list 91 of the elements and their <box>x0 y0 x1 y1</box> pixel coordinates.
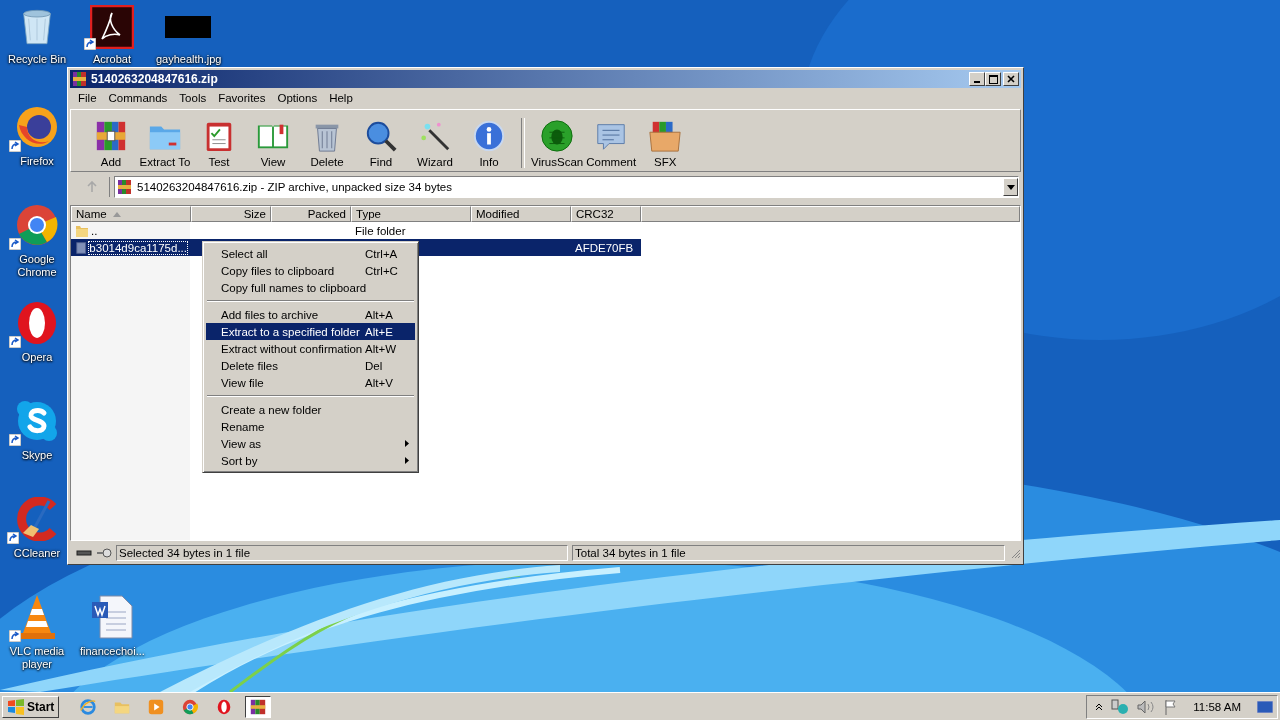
taskbar-app-button[interactable] <box>245 695 272 718</box>
toolbar-button[interactable]: Wizard <box>409 119 461 168</box>
status-text: Selected 34 bytes in 1 file <box>116 544 568 561</box>
menu-item[interactable]: Create a new folder <box>206 401 415 418</box>
media-player-icon <box>147 697 166 716</box>
column-header[interactable]: CRC32 <box>571 206 641 222</box>
books-icon <box>94 119 128 153</box>
toolbar-button[interactable]: View <box>247 119 299 168</box>
folder-icon <box>75 223 89 238</box>
speaker-icon[interactable] <box>1137 699 1156 714</box>
toolbar-button[interactable]: Test <box>193 119 245 168</box>
chrome-icon <box>181 697 200 716</box>
toolbar-button[interactable]: Comment <box>585 119 638 168</box>
menu-item[interactable]: Extract without confirmation Alt+W <box>206 340 415 357</box>
column-header[interactable]: Size <box>191 206 271 222</box>
menu-item[interactable]: Help <box>323 92 359 104</box>
toolbar-button[interactable]: VirusScan <box>531 119 584 168</box>
pdf-app-icon <box>90 5 134 49</box>
menu-item[interactable]: Rename <box>206 418 415 435</box>
menu-item[interactable]: File <box>72 92 103 104</box>
table-cell: .. <box>91 224 98 237</box>
windows-logo-icon <box>7 698 25 715</box>
dropdown-button[interactable] <box>1003 178 1018 196</box>
sort-arrow-icon <box>112 211 121 217</box>
archive-icon <box>249 697 268 716</box>
column-header[interactable]: Modified <box>471 206 571 222</box>
menu-item[interactable]: Select all Ctrl+A <box>206 245 415 262</box>
close-button[interactable] <box>1003 72 1019 86</box>
minimize-button[interactable] <box>969 72 985 86</box>
desktop-icon-label[interactable]: Firefox <box>20 155 54 168</box>
table-cell: b3014d9ca1175d... <box>89 241 187 254</box>
archive-icon <box>117 179 133 195</box>
close-icon <box>1007 75 1015 83</box>
menu-item[interactable]: Delete files Del <box>206 357 415 374</box>
window-title: 5140263204847616.zip <box>91 72 219 86</box>
up-arrow-icon <box>85 181 98 193</box>
toolbar-button[interactable]: Find <box>355 119 407 168</box>
opera-icon <box>15 301 59 345</box>
desktop-icon-label[interactable]: Acrobat <box>93 53 131 66</box>
browser-fox-icon <box>15 105 59 149</box>
menu-item[interactable]: View file Alt+V <box>206 374 415 391</box>
menu-item[interactable]: Extract to a specified folder Alt+E <box>206 323 415 340</box>
file-row[interactable]: .. File folder <box>71 222 641 239</box>
toolbar-button[interactable]: Add <box>85 119 137 168</box>
desktop-icon-label[interactable]: VLC media player <box>5 645 69 671</box>
menu-item[interactable]: Sort by <box>206 452 415 469</box>
menu-item[interactable]: Copy files to clipboard Ctrl+C <box>206 262 415 279</box>
bug-icon <box>540 119 575 153</box>
desktop-icon-label[interactable]: Skype <box>21 449 53 462</box>
info-icon <box>472 119 506 153</box>
desktop-icon-label[interactable]: Recycle Bin <box>7 53 67 66</box>
column-header[interactable]: Name <box>71 206 191 222</box>
box-icon <box>648 119 683 153</box>
toolbar-button[interactable]: SFX <box>639 119 692 168</box>
menu-item[interactable]: Add files to archive Alt+A <box>206 306 415 323</box>
drive-icon <box>76 548 92 557</box>
desktop-icon-label[interactable]: Opera <box>21 351 53 364</box>
key-icon <box>96 547 112 558</box>
menu-item[interactable]: Commands <box>102 92 174 104</box>
toolbar-button[interactable]: Extract To <box>139 119 191 168</box>
status-text: Total 34 bytes in 1 file <box>572 544 1005 561</box>
table-cell: File folder <box>355 224 406 237</box>
browser-e-icon <box>79 697 98 716</box>
desktop-icon-label[interactable]: CCleaner <box>13 547 61 560</box>
desktop-icon-label[interactable]: Google Chrome <box>5 253 69 279</box>
file-icon <box>75 240 88 255</box>
address-field[interactable]: 5140263204847616.zip - ZIP archive, unpacked size 34 bytes <box>114 176 1019 198</box>
menu-item[interactable]: View as <box>206 435 415 452</box>
toolbar-button[interactable]: Delete <box>301 119 353 168</box>
clock[interactable]: 11:58 AM <box>1193 700 1241 713</box>
chrome-icon <box>15 203 59 247</box>
caret-icon <box>1006 184 1015 190</box>
show-desktop-icon[interactable] <box>1257 700 1273 713</box>
table-cell: AFDE70FB <box>575 241 634 254</box>
maximize-icon <box>988 74 998 84</box>
menu-item[interactable]: Options <box>271 92 324 104</box>
image-thumbnail-icon <box>165 16 211 38</box>
column-header[interactable]: Type <box>351 206 471 222</box>
chevron-up-icon[interactable] <box>1095 702 1104 711</box>
magnifier-icon <box>364 119 398 153</box>
maximize-button[interactable] <box>985 72 1001 86</box>
archive-icon <box>72 71 88 87</box>
menu-item[interactable]: Copy full names to clipboard <box>206 279 415 296</box>
menu-item[interactable]: Tools <box>173 92 213 104</box>
start-button[interactable]: Start <box>2 695 60 718</box>
desktop-icon-label[interactable]: gayhealth.jpg <box>156 53 220 66</box>
skype-icon <box>15 399 59 443</box>
menu-item[interactable]: Favorites <box>212 92 272 104</box>
document-icon <box>90 594 134 640</box>
column-header[interactable]: Packed <box>271 206 351 222</box>
toolbar-button[interactable]: Info <box>463 119 515 168</box>
